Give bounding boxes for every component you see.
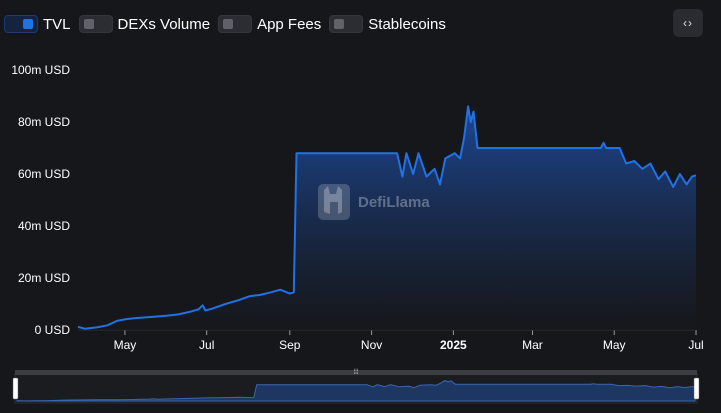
watermark-text: DefiLlama xyxy=(358,194,430,211)
y-tick-label: 40m USD xyxy=(18,219,70,233)
y-axis: 0 USD 20m USD 40m USD 60m USD 80m USD 100m US… xyxy=(11,63,70,337)
y-tick-label: 60m USD xyxy=(18,167,70,181)
y-tick-label: 80m USD xyxy=(18,115,70,129)
x-tick-label: Sep xyxy=(279,338,301,352)
llama-logo-icon xyxy=(318,184,350,220)
x-tick-label: Jul xyxy=(688,338,703,352)
brush-slider[interactable]: ⦙⦙⦙ xyxy=(12,368,700,404)
x-tick-label: May xyxy=(603,338,626,352)
x-tick-label: Mar xyxy=(522,338,543,352)
y-tick-label: 0 USD xyxy=(35,323,71,337)
x-axis: May Jul Sep Nov 2025 Mar May Jul xyxy=(114,330,704,352)
series-tvl-area xyxy=(78,106,696,331)
y-tick-label: 20m USD xyxy=(18,271,70,285)
y-tick-label: 100m USD xyxy=(11,63,70,77)
x-tick-label: May xyxy=(114,338,137,352)
x-tick-label: Nov xyxy=(361,338,382,352)
x-tick-label: Jul xyxy=(199,338,214,352)
x-tick-label: 2025 xyxy=(440,338,467,352)
brush-right-handle[interactable] xyxy=(693,377,700,400)
tvl-chart[interactable]: 0 USD 20m USD 40m USD 60m USD 80m USD 100m US… xyxy=(0,0,721,413)
brush-grip-icon: ⦙⦙⦙ xyxy=(354,368,359,376)
brush-left-handle[interactable] xyxy=(12,377,19,400)
